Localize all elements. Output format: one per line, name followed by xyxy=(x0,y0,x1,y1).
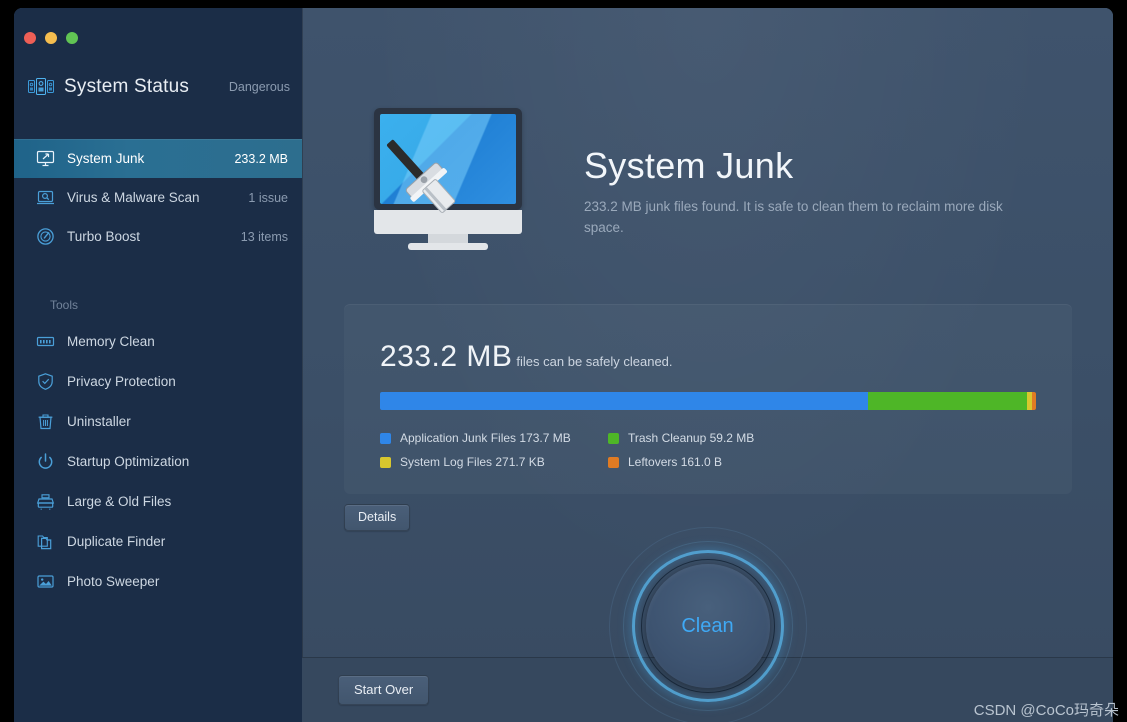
sidebar-item-label: Privacy Protection xyxy=(67,373,176,389)
sidebar-item-label: Memory Clean xyxy=(67,333,155,349)
sidebar-item-photo-sweeper[interactable]: Photo Sweeper xyxy=(14,561,302,601)
hero-title: System Junk xyxy=(584,145,794,186)
legend-item: Leftovers 161.0 B xyxy=(608,450,836,474)
page-title: System Status xyxy=(64,76,190,97)
sidebar-item-label: Duplicate Finder xyxy=(67,533,166,549)
hero-subtitle: 233.2 MB junk files found. It is safe to… xyxy=(584,199,1003,235)
legend-label: Trash Cleanup 59.2 MB xyxy=(628,431,755,445)
bar-segment xyxy=(868,392,1028,410)
clean-button[interactable]: Clean xyxy=(608,526,808,722)
clean-button-label: Clean xyxy=(681,614,734,637)
sidebar-tools-list: Memory Clean Privacy Protection Uninstal… xyxy=(14,321,302,601)
sidebar-item-label: System Junk xyxy=(67,151,145,166)
legend-item: System Log Files 271.7 KB xyxy=(380,450,608,474)
copy-folder-icon xyxy=(36,532,55,551)
monitor-with-squeegee-icon xyxy=(362,108,534,250)
legend-label: System Log Files 271.7 KB xyxy=(400,455,545,469)
legend-item: Application Junk Files 173.7 MB xyxy=(380,426,608,450)
sidebar-item-duplicate-finder[interactable]: Duplicate Finder xyxy=(14,521,302,561)
sidebar-item-virus-malware-scan[interactable]: Virus & Malware Scan 1 issue xyxy=(14,178,302,217)
shield-icon xyxy=(36,372,55,391)
sidebar-divider xyxy=(302,8,303,722)
archive-icon xyxy=(36,492,55,511)
trash-icon xyxy=(36,412,55,431)
sidebar-item-meta: 233.2 MB xyxy=(234,151,288,166)
bar-segment xyxy=(1032,392,1036,410)
sidebar-item-label: Virus & Malware Scan xyxy=(67,190,200,205)
junk-legend: Application Junk Files 173.7 MB Trash Cle… xyxy=(380,426,1040,474)
junk-breakdown-bar xyxy=(380,392,1036,410)
sidebar-item-turbo-boost[interactable]: Turbo Boost 13 items xyxy=(14,217,302,256)
app-window: System Status Dangerous System Junk 233.… xyxy=(14,8,1113,722)
tools-section-header: Tools xyxy=(50,298,79,312)
bar-segment xyxy=(380,392,869,410)
hero-section: System Junk 233.2 MB junk files found. I… xyxy=(362,108,1014,250)
junk-amount-note: files can be safely cleaned. xyxy=(516,354,673,369)
sidebar-item-startup-optimization[interactable]: Startup Optimization xyxy=(14,441,302,481)
minimize-button[interactable] xyxy=(45,32,57,44)
sidebar-item-label: Photo Sweeper xyxy=(67,573,160,589)
sidebar-item-system-junk[interactable]: System Junk 233.2 MB xyxy=(14,139,302,178)
legend-swatch xyxy=(380,432,391,444)
legend-swatch xyxy=(380,456,391,468)
memory-icon xyxy=(36,332,55,351)
system-status-header[interactable]: System Status Dangerous xyxy=(28,76,294,98)
sidebar-item-large-old-files[interactable]: Large & Old Files xyxy=(14,481,302,521)
legend-swatch xyxy=(608,432,619,444)
junk-amount: 233.2 MB xyxy=(380,340,513,373)
sidebar-item-label: Large & Old Files xyxy=(67,493,172,509)
legend-swatch xyxy=(608,456,619,468)
power-icon xyxy=(36,452,55,471)
turbo-boost-icon xyxy=(36,227,55,246)
legend-label: Leftovers 161.0 B xyxy=(628,455,723,469)
sidebar-item-meta: 1 issue xyxy=(248,190,288,205)
sidebar-item-label: Uninstaller xyxy=(67,413,131,429)
traffic-lights xyxy=(24,32,78,44)
clean-disc[interactable]: Clean xyxy=(645,564,770,688)
close-button[interactable] xyxy=(24,32,36,44)
sidebar-item-memory-clean[interactable]: Memory Clean xyxy=(14,321,302,361)
details-button[interactable]: Details xyxy=(344,504,411,531)
sidebar-item-meta: 13 items xyxy=(240,229,288,244)
sidebar-item-uninstaller[interactable]: Uninstaller xyxy=(14,401,302,441)
virus-scan-icon xyxy=(36,188,55,207)
amount-row: 233.2 MB files can be safely cleaned. xyxy=(380,340,673,374)
photo-icon xyxy=(36,572,55,591)
junk-summary-card: 233.2 MB files can be safely cleaned. Ap… xyxy=(344,304,1072,494)
sidebar-nav: System Junk 233.2 MB Virus & Malware Sca… xyxy=(14,139,302,256)
sidebar-item-label: Startup Optimization xyxy=(67,453,190,469)
sidebar: System Status Dangerous System Junk 233.… xyxy=(14,8,302,722)
system-status-icon xyxy=(28,77,54,97)
sidebar-item-label: Turbo Boost xyxy=(67,229,141,244)
monitor-junk-icon xyxy=(36,149,55,168)
maximize-button[interactable] xyxy=(66,32,78,44)
main-content: System Junk 233.2 MB junk files found. I… xyxy=(302,8,1113,722)
legend-label: Application Junk Files 173.7 MB xyxy=(400,431,571,445)
watermark: CSDN @CoCo玛奇朵 xyxy=(973,702,1119,719)
sidebar-item-privacy-protection[interactable]: Privacy Protection xyxy=(14,361,302,401)
status-badge: Dangerous xyxy=(228,80,290,94)
start-over-button[interactable]: Start Over xyxy=(338,675,430,705)
legend-item: Trash Cleanup 59.2 MB xyxy=(608,426,836,450)
